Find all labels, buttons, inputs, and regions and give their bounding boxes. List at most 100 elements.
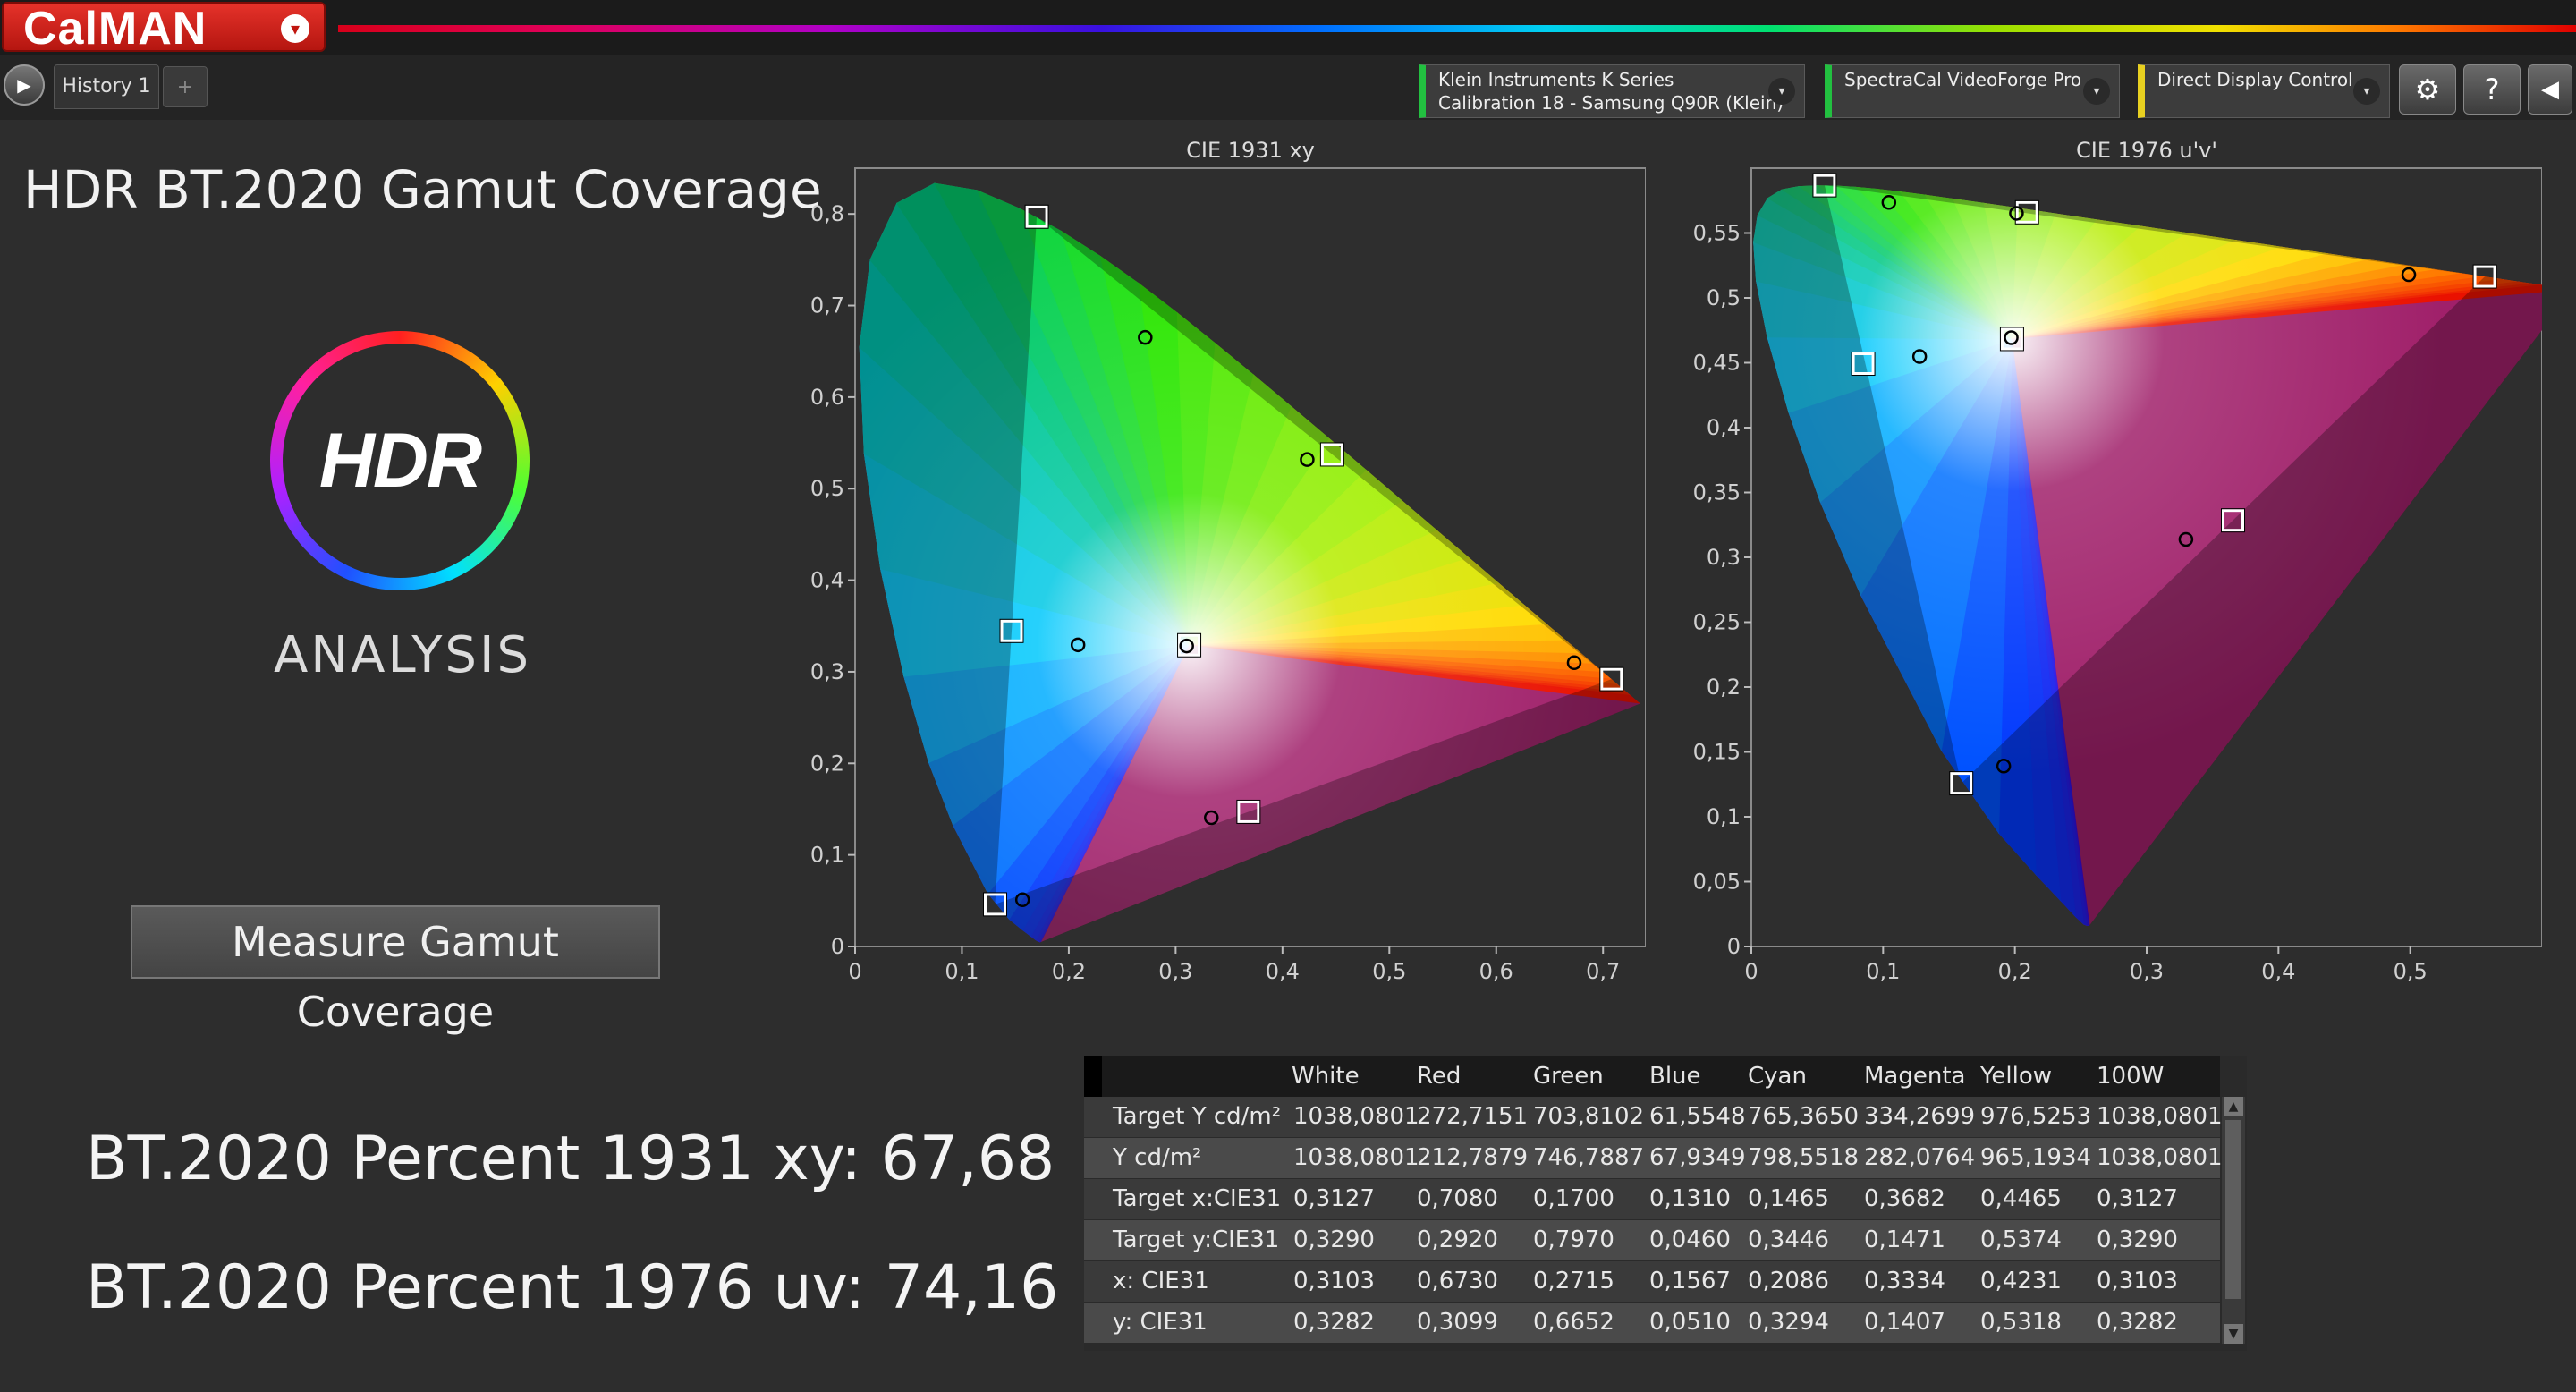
table-cell: 765,3650: [1748, 1103, 1860, 1130]
play-icon[interactable]: ▶: [4, 64, 45, 106]
page-title: HDR BT.2020 Gamut Coverage: [23, 159, 822, 220]
tab-history-1[interactable]: History 1: [54, 64, 159, 109]
scroll-up-icon[interactable]: ▲: [2224, 1097, 2243, 1116]
x-tick-label: 0,5: [2394, 959, 2428, 984]
analysis-label: ANALYSIS: [273, 626, 532, 684]
cie-1931-chart: CIE 1931 xy 0 0,1 0,2 0,3 0,4 0,5 0,6 0,7 0 0,1 0,2…: [787, 134, 1646, 984]
calman-menu-button[interactable]: CalMAN ▾: [2, 2, 326, 55]
y-tick-label: 0,6: [810, 385, 844, 410]
calman-window: CalMAN ▾ ▶ History 1 + Klein Instruments…: [0, 0, 2576, 1392]
table-cell: 0,0510: [1649, 1309, 1731, 1336]
percent-1976-readout: BT.2020 Percent 1976 uv: 74,16: [86, 1252, 1059, 1323]
x-tick-label: 0,3: [1158, 959, 1192, 984]
percent-1931-readout: BT.2020 Percent 1931 xy: 67,68: [86, 1124, 1055, 1194]
row-label: x: CIE31: [1113, 1268, 1209, 1294]
spectrum-decoration: [338, 25, 2576, 32]
title-bar: CalMAN ▾: [0, 0, 2576, 55]
y-tick-label: 0,5: [1707, 285, 1741, 310]
row-label: Y cd/m²: [1113, 1144, 1202, 1171]
pattern-generator-select[interactable]: SpectraCal VideoForge Pro ▾: [1825, 64, 2120, 118]
table-cell: 0,3290: [1293, 1226, 1375, 1253]
hdr-logo-text: HDR: [318, 418, 482, 504]
scroll-down-icon[interactable]: ▼: [2224, 1324, 2243, 1344]
app-logo-text: CalMAN: [23, 3, 208, 55]
chevron-down-icon: ▾: [2353, 78, 2380, 105]
table-cell: 0,1310: [1649, 1185, 1731, 1212]
cie-1931-plot: CIE 1931 xy 0 0,1 0,2 0,3 0,4 0,5 0,6 0,7 0 0,1 0,2…: [810, 138, 1646, 984]
table-cell: 0,3334: [1864, 1268, 1945, 1294]
chart-title: CIE 1976 u'v': [2076, 138, 2217, 163]
x-tick-label: 0,1: [1866, 959, 1900, 984]
y-tick-label: 0,1: [1707, 804, 1741, 829]
x-tick-label: 0,6: [1479, 959, 1513, 984]
table-cell: 334,2699: [1864, 1103, 1976, 1130]
table-scrollbar[interactable]: ▲ ▼: [2222, 1097, 2245, 1344]
y-tick-label: 0,15: [1693, 740, 1741, 765]
column-header: White: [1292, 1063, 1360, 1090]
display-control-select[interactable]: Direct Display Control ▾: [2138, 64, 2390, 118]
table-cell: 1038,0801: [1293, 1103, 1419, 1130]
table-row: Target Y cd/m² 1038,0801 272,7151 703,8102 6…: [1084, 1097, 2223, 1137]
table-row: Target y:CIE31 0,3290 0,2920 0,7970 0,0460 0,…: [1084, 1220, 2220, 1260]
table-cell: 0,3103: [2097, 1268, 2178, 1294]
column-header: Cyan: [1748, 1063, 1807, 1090]
column-header: Green: [1533, 1063, 1604, 1090]
table-row: x: CIE31 0,3103 0,6730 0,2715 0,1567 0,2086 0,…: [1084, 1261, 2220, 1302]
chevron-down-icon: ▾: [1768, 78, 1795, 105]
table-cell: 0,1465: [1748, 1185, 1829, 1212]
table-row: Y cd/m² 1038,0801 212,7879 746,7887 67,9349 7…: [1084, 1138, 2223, 1178]
table-cell: 0,4465: [1980, 1185, 2062, 1212]
table-cell: 1038,0801: [2097, 1144, 2223, 1171]
table-cell: 0,5374: [1980, 1226, 2062, 1253]
scroll-thumb[interactable]: [2225, 1120, 2241, 1299]
hdr-logo: HDR: [270, 331, 530, 590]
row-label: y: CIE31: [1113, 1309, 1208, 1336]
row-label: Target x:CIE31: [1113, 1185, 1282, 1212]
column-header: Magenta: [1864, 1063, 1966, 1090]
column-header: 100W: [2097, 1063, 2165, 1090]
settings-gear-icon[interactable]: ⚙: [2399, 64, 2456, 115]
measure-gamut-coverage-button[interactable]: Measure Gamut Coverage: [131, 905, 660, 1036]
device-profile: Calibration 18 - Samsung Q90R (Klein): [1438, 92, 1784, 114]
help-icon[interactable]: ?: [2463, 64, 2521, 115]
add-tab-button[interactable]: +: [163, 66, 208, 107]
table-cell: 976,5253: [1980, 1103, 2092, 1130]
y-tick-label: 0,3: [1707, 545, 1741, 570]
device-name: Klein Instruments K Series: [1438, 69, 1674, 90]
row-label: Target y:CIE31: [1113, 1226, 1280, 1253]
table-cell: 746,7887: [1533, 1144, 1645, 1171]
table-cell: 67,9349: [1649, 1144, 1746, 1171]
table-cell: 0,1407: [1864, 1309, 1945, 1336]
table-cell: 0,6730: [1417, 1268, 1498, 1294]
y-tick-label: 0,4: [810, 568, 844, 593]
y-tick-label: 0,05: [1693, 870, 1741, 895]
column-header: Yellow: [1980, 1063, 2053, 1090]
table-cell: 0,2920: [1417, 1226, 1498, 1253]
table-cell: 1038,0801: [2097, 1103, 2223, 1130]
table-cell: 0,7970: [1533, 1226, 1614, 1253]
chevron-down-icon: ▾: [281, 14, 309, 43]
table-cell: 798,5518: [1748, 1144, 1860, 1171]
x-tick-label: 0,4: [1266, 959, 1300, 984]
table-cell: 0,2086: [1748, 1268, 1829, 1294]
table-cell: 272,7151: [1417, 1103, 1529, 1130]
x-tick-label: 0,2: [1998, 959, 2032, 984]
x-tick-label: 0,1: [945, 959, 979, 984]
x-tick-label: 0,2: [1052, 959, 1086, 984]
table-cell: 0,4231: [1980, 1268, 2062, 1294]
meter-device-select[interactable]: Klein Instruments K Series Calibration 1…: [1419, 64, 1805, 118]
x-tick-label: 0,7: [1586, 959, 1620, 984]
collapse-icon[interactable]: ◀: [2528, 64, 2572, 115]
table-cell: 0,6652: [1533, 1309, 1614, 1336]
y-tick-label: 0,4: [1707, 415, 1741, 440]
table-cell: 0,3127: [2097, 1185, 2178, 1212]
row-label: Target Y cd/m²: [1113, 1103, 1282, 1130]
column-header: Red: [1417, 1063, 1462, 1090]
y-tick-label: 0: [1727, 934, 1741, 959]
table-cell: 0,3446: [1748, 1226, 1829, 1253]
table-cell: 282,0764: [1864, 1144, 1976, 1171]
chart-title: CIE 1931 xy: [1186, 138, 1315, 163]
y-tick-label: 0,25: [1693, 610, 1741, 635]
table-cell: 212,7879: [1417, 1144, 1529, 1171]
table-cell: 0,7080: [1417, 1185, 1498, 1212]
